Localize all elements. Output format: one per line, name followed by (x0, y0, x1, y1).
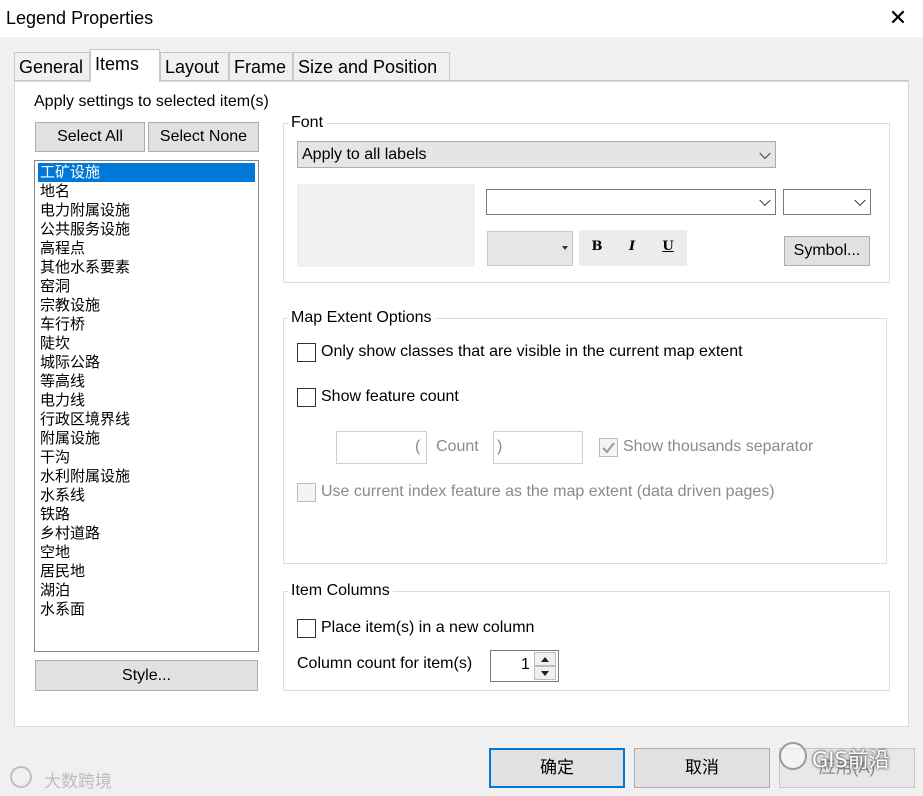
chevron-down-icon (759, 147, 771, 159)
ok-button[interactable]: 确定 (489, 748, 625, 788)
tab-layout[interactable]: Layout (160, 52, 229, 80)
list-item[interactable]: 其他水系要素 (38, 258, 132, 277)
list-item[interactable]: 公共服务设施 (38, 220, 132, 239)
list-item[interactable]: 居民地 (38, 562, 87, 581)
symbol-button[interactable]: Symbol... (784, 236, 870, 266)
count-suffix-value: ) (497, 438, 503, 455)
list-item[interactable]: 水利附属设施 (38, 467, 132, 486)
list-item[interactable]: 干沟 (38, 448, 72, 467)
only-visible-checkbox[interactable] (297, 343, 316, 362)
count-prefix-value: ( (415, 438, 421, 455)
list-item[interactable]: 工矿设施 (38, 163, 255, 182)
select-none-button[interactable]: Select None (148, 122, 259, 152)
wechat-icon (779, 742, 807, 770)
checkmark-icon (602, 442, 615, 454)
style-button[interactable]: Style... (35, 660, 258, 691)
apply-to-labels-value: Apply to all labels (302, 146, 427, 163)
spin-up-button[interactable] (534, 652, 556, 666)
list-item[interactable]: 水系线 (38, 486, 87, 505)
apply-settings-label: Apply settings to selected item(s) (34, 93, 269, 110)
list-item[interactable]: 等高线 (38, 372, 87, 391)
column-count-stepper[interactable]: 1 (490, 650, 559, 682)
font-color-picker[interactable] (487, 231, 573, 266)
select-all-button[interactable]: Select All (35, 122, 145, 152)
font-name-select[interactable] (486, 189, 776, 215)
dropdown-arrow-icon (562, 246, 568, 250)
column-count-value: 1 (521, 656, 530, 673)
tab-size-and-position[interactable]: Size and Position (293, 52, 450, 80)
thousands-separator-label: Show thousands separator (623, 438, 814, 455)
count-suffix-input[interactable]: ) (493, 431, 583, 464)
map-extent-legend: Map Extent Options (288, 309, 435, 327)
chevron-down-icon (759, 194, 771, 207)
tab-items[interactable]: Items (90, 49, 160, 82)
list-item[interactable]: 高程点 (38, 239, 87, 258)
spin-down-button[interactable] (534, 666, 556, 680)
new-column-checkbox[interactable] (297, 619, 316, 638)
use-index-feature-checkbox[interactable] (297, 483, 316, 502)
watermark-right: GIS前沿 (812, 748, 890, 772)
legend-items-list[interactable]: 工矿设施 地名 电力附属设施 公共服务设施 高程点 其他水系要素 窑洞 宗教设施… (34, 160, 259, 652)
list-item[interactable]: 电力附属设施 (38, 201, 132, 220)
watermark-left: 大数跨境 (44, 772, 112, 792)
font-preview (297, 184, 475, 267)
font-group-legend: Font (288, 114, 327, 132)
watermark-logo-icon (10, 766, 32, 788)
list-item[interactable]: 乡村道路 (38, 524, 102, 543)
show-feature-count-label: Show feature count (321, 388, 459, 405)
list-item[interactable]: 水系面 (38, 600, 87, 619)
list-item[interactable]: 铁路 (38, 505, 72, 524)
list-item[interactable]: 湖泊 (38, 581, 72, 600)
tab-general[interactable]: General (14, 52, 90, 80)
underline-button[interactable]: U (656, 235, 680, 259)
arrow-down-icon (541, 671, 549, 676)
list-item[interactable]: 行政区境界线 (38, 410, 132, 429)
italic-button[interactable]: I (620, 235, 644, 259)
font-size-select[interactable] (783, 189, 871, 215)
column-count-label: Column count for item(s) (297, 655, 473, 672)
list-item[interactable]: 空地 (38, 543, 72, 562)
only-visible-label: Only show classes that are visible in th… (321, 343, 743, 360)
new-column-label: Place item(s) in a new column (321, 619, 535, 636)
item-columns-group (283, 591, 890, 691)
close-icon[interactable]: ✕ (885, 5, 911, 31)
list-item[interactable]: 地名 (38, 182, 72, 201)
list-item[interactable]: 城际公路 (38, 353, 102, 372)
count-label: Count (436, 438, 479, 455)
window-title: Legend Properties (6, 8, 154, 28)
list-item[interactable]: 宗教设施 (38, 296, 102, 315)
list-item[interactable]: 窑洞 (38, 277, 72, 296)
use-index-feature-label: Use current index feature as the map ext… (321, 483, 775, 500)
list-item[interactable]: 陡坎 (38, 334, 72, 353)
cancel-button[interactable]: 取消 (634, 748, 770, 788)
tab-frame[interactable]: Frame (229, 52, 293, 80)
arrow-up-icon (541, 657, 549, 662)
item-columns-legend: Item Columns (288, 582, 393, 600)
list-item[interactable]: 附属设施 (38, 429, 102, 448)
show-feature-count-checkbox[interactable] (297, 388, 316, 407)
list-item[interactable]: 车行桥 (38, 315, 87, 334)
count-prefix-input[interactable]: ( (336, 431, 427, 464)
apply-to-labels-select[interactable]: Apply to all labels (297, 141, 776, 168)
bold-button[interactable]: B (585, 235, 609, 259)
list-item[interactable]: 电力线 (38, 391, 87, 410)
thousands-separator-checkbox[interactable] (599, 438, 618, 457)
chevron-down-icon (854, 194, 866, 207)
